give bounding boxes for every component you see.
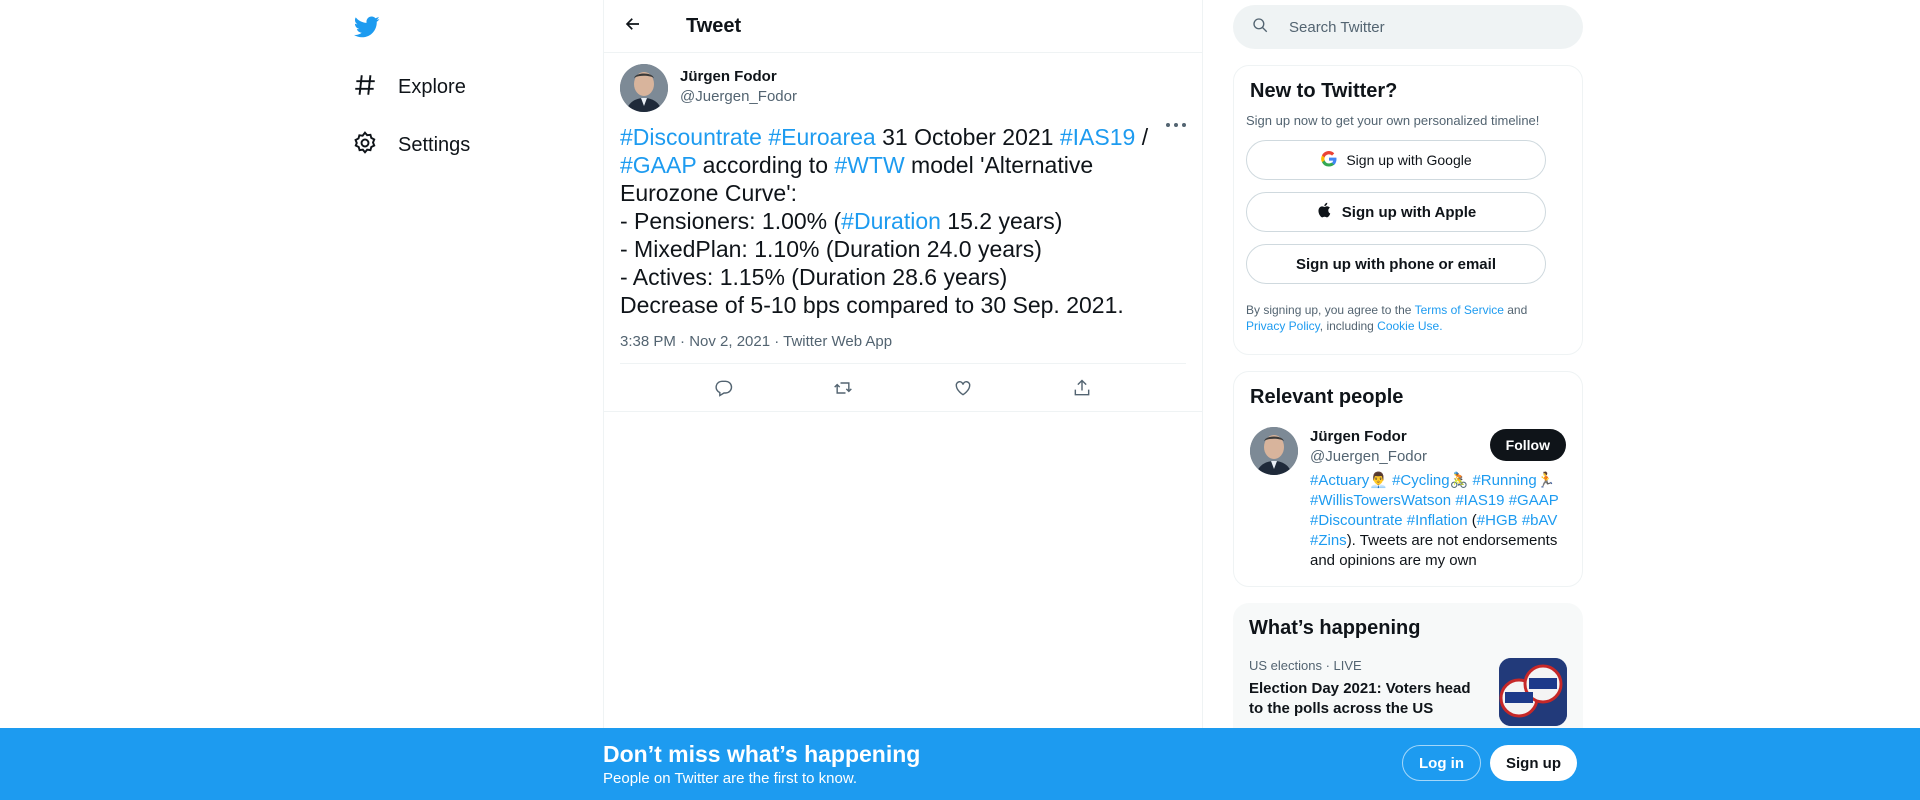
- text-segment: according to: [696, 152, 835, 178]
- tweet: Jürgen Fodor @Juergen_Fodor #Discountrat…: [604, 53, 1202, 412]
- hashtag-link[interactable]: #HGB: [1477, 512, 1518, 529]
- text-segment: 31 October 2021: [875, 124, 1060, 150]
- gear-icon: [352, 130, 378, 161]
- hashtag-link[interactable]: #Zins: [1310, 532, 1347, 549]
- hashtag-link[interactable]: #GAAP: [620, 152, 696, 178]
- nav-item-explore[interactable]: Explore: [352, 72, 466, 102]
- main-column: Tweet Jürgen Fodor @Juergen_Fodor #Disco…: [603, 0, 1203, 800]
- banner-title: Don’t miss what’s happening: [603, 741, 921, 767]
- relevant-people-card: Relevant people Jürgen Fodor @Juergen_Fo…: [1233, 371, 1583, 587]
- terms-text: By signing up, you agree to the: [1246, 303, 1415, 317]
- retweet-icon[interactable]: [828, 373, 858, 403]
- search-input[interactable]: Search Twitter: [1289, 19, 1385, 36]
- like-icon[interactable]: [948, 373, 978, 403]
- nav-item-settings[interactable]: Settings: [352, 130, 470, 160]
- hashtag-link[interactable]: #Inflation: [1407, 512, 1468, 529]
- more-options-icon[interactable]: [1166, 119, 1186, 131]
- card-title: New to Twitter?: [1250, 80, 1398, 102]
- login-button[interactable]: Log in: [1402, 745, 1481, 781]
- hashtag-link[interactable]: #GAAP: [1509, 492, 1559, 509]
- author-handle[interactable]: @Juergen_Fodor: [680, 87, 797, 107]
- hashtag-link[interactable]: #IAS19: [1060, 124, 1135, 150]
- banner-subtitle: People on Twitter are the first to know.: [603, 770, 858, 787]
- arrow-left-icon: [624, 15, 642, 38]
- signup-google-button[interactable]: Sign up with Google: [1246, 140, 1546, 180]
- reply-icon[interactable]: [709, 373, 739, 403]
- cookie-use-link[interactable]: Cookie Use.: [1377, 319, 1442, 333]
- trend-image: [1499, 658, 1567, 726]
- page-title: Tweet: [686, 14, 742, 37]
- privacy-policy-link[interactable]: Privacy Policy: [1246, 319, 1320, 333]
- hashtag-link[interactable]: #Actuary: [1310, 472, 1369, 489]
- hashtag-link[interactable]: #Discountrate: [1310, 512, 1403, 529]
- right-sidebar: Search Twitter New to Twitter? Sign up n…: [1233, 0, 1583, 753]
- nav-item-label: Explore: [398, 75, 466, 98]
- signup-button[interactable]: Sign up: [1490, 745, 1577, 781]
- trend-live-label: LIVE: [1333, 658, 1362, 673]
- tweet-timestamp[interactable]: 3:38 PM · Nov 2, 2021 · Twitter Web App: [620, 333, 1186, 364]
- follow-button[interactable]: Follow: [1489, 429, 1566, 461]
- text-segment: 🚴: [1449, 472, 1473, 489]
- new-to-twitter-card: New to Twitter? Sign up now to get your …: [1233, 65, 1583, 355]
- search-bar[interactable]: Search Twitter: [1233, 5, 1583, 49]
- signup-banner: Don’t miss what’s happening People on Tw…: [0, 728, 1920, 800]
- avatar[interactable]: [1250, 427, 1298, 475]
- person-bio: #Actuary👨‍💼 #Cycling🚴 #Running🏃 #WillisT…: [1310, 471, 1566, 571]
- search-icon: [1251, 16, 1269, 39]
- trend-category: US elections · LIVE: [1249, 658, 1362, 673]
- trend-item[interactable]: US elections · LIVE Election Day 2021: V…: [1249, 658, 1567, 726]
- hashtag-link[interactable]: #Running: [1472, 472, 1536, 489]
- signup-phone-email-button[interactable]: Sign up with phone or email: [1246, 244, 1546, 284]
- person-item[interactable]: Jürgen Fodor @Juergen_Fodor #Actuary👨‍💼 …: [1250, 427, 1566, 571]
- trend-title: Election Day 2021: Voters head to the po…: [1249, 680, 1471, 717]
- hashtag-icon: [352, 72, 378, 103]
- google-icon: [1320, 150, 1346, 171]
- signup-terms: By signing up, you agree to the Terms of…: [1246, 302, 1570, 334]
- terms-text: and: [1503, 303, 1528, 317]
- signup-apple-button[interactable]: Sign up with Apple: [1246, 192, 1546, 232]
- signup-google-label: Sign up with Google: [1346, 152, 1472, 168]
- hashtag-link[interactable]: #Cycling: [1392, 472, 1450, 489]
- back-button[interactable]: [616, 9, 650, 43]
- nav-item-label: Settings: [398, 133, 471, 156]
- text-segment: ). Tweets are not endorsements and opini…: [1310, 532, 1558, 569]
- author-name[interactable]: Jürgen Fodor: [680, 67, 797, 87]
- twitter-bird-icon[interactable]: [352, 14, 382, 40]
- terms-of-service-link[interactable]: Terms of Service: [1415, 303, 1504, 317]
- hashtag-link[interactable]: #WillisTowersWatson: [1310, 492, 1451, 509]
- terms-text: , including: [1319, 319, 1378, 333]
- share-icon[interactable]: [1067, 373, 1097, 403]
- hashtag-link[interactable]: #IAS19: [1455, 492, 1504, 509]
- text-segment: /: [1141, 124, 1149, 150]
- apple-icon: [1316, 201, 1342, 223]
- card-subtitle: Sign up now to get your own personalized…: [1246, 113, 1540, 128]
- tweet-text: #Discountrate #Euroarea 31 October 2021 …: [620, 123, 1186, 319]
- card-title: Relevant people: [1250, 386, 1404, 408]
- hashtag-link[interactable]: #Duration: [841, 208, 941, 234]
- hashtag-link[interactable]: #WTW: [834, 152, 904, 178]
- tweet-actions: [604, 364, 1202, 412]
- card-title: What’s happening: [1249, 617, 1421, 639]
- hashtag-link[interactable]: #bAV: [1522, 512, 1558, 529]
- hashtag-link[interactable]: #Euroarea: [768, 124, 875, 150]
- text-segment: 👨‍💼: [1369, 472, 1393, 489]
- trend-category-label: US elections: [1249, 658, 1322, 673]
- text-segment: 🏃: [1536, 472, 1556, 489]
- tweet-author: Jürgen Fodor @Juergen_Fodor: [620, 53, 1186, 123]
- tweet-header: Tweet: [604, 0, 1202, 53]
- hashtag-link[interactable]: #Discountrate: [620, 124, 762, 150]
- text-segment: (: [1467, 512, 1477, 529]
- avatar[interactable]: [620, 64, 668, 112]
- signup-apple-label: Sign up with Apple: [1341, 203, 1477, 221]
